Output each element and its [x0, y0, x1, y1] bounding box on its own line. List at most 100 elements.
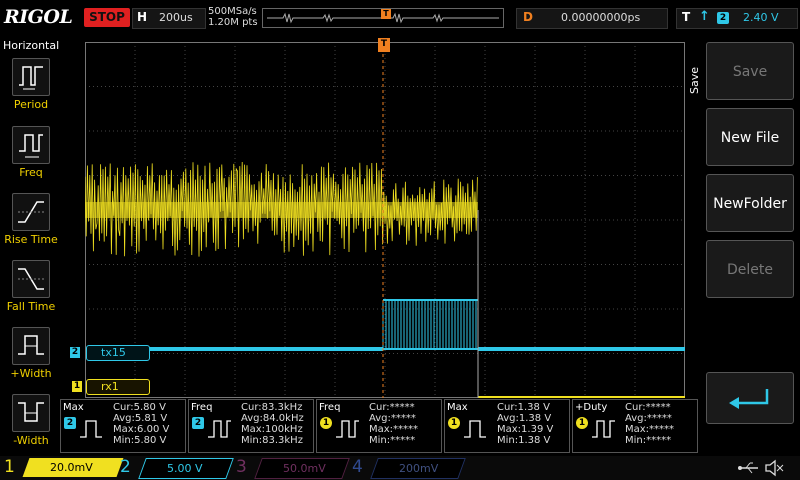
measurement-panel[interactable]: Max 1 Cur:1.38 V Avg:1.38 V Max:1.39 V Min:… — [444, 399, 570, 453]
measurement-source-badge: 1 — [576, 417, 588, 429]
memory-depth: 1.20M pts — [208, 17, 258, 28]
enter-button[interactable] — [706, 372, 794, 424]
avg-value: Avg:***** — [625, 413, 672, 424]
channel-2-setting[interactable]: 2 5.00 V — [120, 457, 234, 479]
min-value: Min:83.3kHz — [241, 435, 303, 446]
enter-return-icon — [729, 389, 769, 409]
waveform-display[interactable] — [85, 42, 685, 398]
menu-item-label: Freq — [19, 166, 43, 179]
timebase-value: 200us — [159, 11, 193, 24]
measurement-title: Freq — [319, 402, 341, 413]
channel-2-ground-marker[interactable]: 2 — [70, 347, 80, 358]
channel-number: 3 — [236, 457, 247, 477]
channel-1-setting[interactable]: 1 20.0mV — [4, 457, 124, 478]
right-menu-title: Save — [688, 66, 701, 94]
delete-button-label: Delete — [727, 262, 773, 278]
cur-value: Cur:5.80 V — [113, 402, 166, 413]
measurement-values: Cur:5.80 V Avg:5.81 V Max:6.00 V Min:5.80 V — [113, 402, 169, 446]
channel-label-rx1[interactable]: rx1 — [86, 379, 150, 395]
avg-value: Avg:84.0kHz — [241, 413, 304, 424]
negative-width-icon — [12, 394, 50, 432]
delay-value: 0.00000000ps — [561, 11, 641, 24]
channel-scale: 200mV — [370, 458, 466, 479]
cur-value: Cur:1.38 V — [497, 402, 550, 413]
horizontal-label: H — [137, 10, 148, 24]
trigger-setting[interactable]: T ↑ 2 2.40 V — [676, 8, 798, 29]
new-file-button[interactable]: New File — [706, 108, 794, 166]
avg-value: Avg:1.38 V — [497, 413, 552, 424]
channel-number: 4 — [352, 457, 363, 477]
delay-setting[interactable]: D 0.00000000ps — [516, 8, 668, 29]
channel-label-tx15[interactable]: tx15 — [86, 345, 150, 361]
menu-item-freq[interactable]: Freq — [0, 124, 62, 188]
measurement-panel[interactable]: Freq 2 Cur:83.3kHz Avg:84.0kHz Max:100kHz M… — [188, 399, 314, 453]
cur-value: Cur:***** — [625, 402, 671, 413]
max-value: Max:1.39 V — [497, 424, 554, 435]
trigger-level: 2.40 V — [743, 11, 779, 24]
measurement-source-badge: 2 — [64, 417, 76, 429]
trigger-label: T — [682, 10, 691, 24]
save-button[interactable]: Save — [706, 42, 794, 100]
horizontal-timebase[interactable]: H 200us — [132, 8, 206, 29]
avg-value: Avg:5.81 V — [113, 413, 168, 424]
trigger-source-badge: 2 — [717, 12, 729, 24]
save-button-label: Save — [732, 64, 768, 80]
menu-item-period[interactable]: Period — [0, 56, 62, 120]
measurement-values: Cur:***** Avg:***** Max:***** Min:***** — [369, 402, 418, 446]
measurement-panel[interactable]: Freq 1 Cur:***** Avg:***** Max:***** Min:**… — [316, 399, 442, 453]
menu-item-label: +Width — [10, 367, 52, 380]
channel-scale: 50.0mV — [254, 458, 350, 479]
measurement-panel[interactable]: +Duty 1 Cur:***** Avg:***** Max:***** Min:*… — [572, 399, 698, 453]
max-value: Max:6.00 V — [113, 424, 170, 435]
measurement-values: Cur:83.3kHz Avg:84.0kHz Max:100kHz Min:83.3… — [241, 402, 304, 446]
channel-1-trace-band — [85, 202, 478, 218]
trigger-time-marker[interactable]: T — [378, 38, 390, 52]
frequency-icon — [336, 420, 359, 438]
channel-1-ground-marker[interactable]: 1 — [72, 381, 82, 392]
trigger-position-marker: T — [381, 9, 391, 19]
channel-4-setting[interactable]: 4 200mV — [352, 457, 466, 479]
left-menu-title: Horizontal — [3, 39, 60, 52]
frequency-icon — [12, 126, 50, 164]
measurement-title: Max — [447, 402, 468, 413]
menu-item-label: Period — [13, 98, 49, 111]
min-value: Min:***** — [625, 435, 672, 446]
usb-icon — [738, 462, 758, 474]
duty-cycle-icon — [592, 420, 615, 438]
max-icon — [80, 420, 102, 438]
menu-item-positive-width[interactable]: +Width — [0, 325, 62, 389]
menu-item-negative-width[interactable]: -Width — [0, 392, 62, 456]
menu-item-rise-time[interactable]: Rise Time — [0, 191, 62, 255]
measurement-title: Freq — [191, 402, 213, 413]
menu-item-label: Fall Time — [6, 300, 56, 313]
frequency-icon — [208, 420, 231, 438]
menu-item-fall-time[interactable]: Fall Time — [0, 258, 62, 322]
max-icon — [464, 420, 486, 438]
sample-rate: 500MSa/s — [208, 6, 257, 17]
period-icon — [12, 58, 50, 96]
measurement-values: Cur:***** Avg:***** Max:***** Min:***** — [625, 402, 674, 446]
measurement-panel[interactable]: Max 2 Cur:5.80 V Avg:5.81 V Max:6.00 V Min:… — [60, 399, 186, 453]
channel-3-setting[interactable]: 3 50.0mV — [236, 457, 350, 479]
new-folder-button[interactable]: NewFolder — [706, 174, 794, 232]
sample-info: 500MSa/s 1.20M pts — [208, 6, 258, 28]
measurement-title: Max — [63, 402, 84, 413]
new-folder-button-label: NewFolder — [713, 196, 787, 212]
cur-value: Cur:***** — [369, 402, 415, 413]
measurement-values: Cur:1.38 V Avg:1.38 V Max:1.39 V Min:1.38 V — [497, 402, 553, 446]
waveform-position-bar[interactable]: T — [262, 8, 504, 28]
channel-number: 1 — [4, 457, 15, 477]
fall-time-icon — [12, 260, 50, 298]
channel-scale: 20.0mV — [22, 458, 124, 477]
min-value: Min:1.38 V — [497, 435, 551, 446]
avg-value: Avg:***** — [369, 413, 416, 424]
rise-time-icon — [12, 193, 50, 231]
measurement-title: +Duty — [575, 402, 608, 413]
channel-1-waveform — [85, 161, 685, 398]
run-stop-status[interactable]: STOP — [84, 8, 130, 27]
speaker-muted-icon[interactable] — [764, 459, 784, 477]
measurement-source-badge: 2 — [192, 417, 204, 429]
delete-button[interactable]: Delete — [706, 240, 794, 298]
measurement-source-badge: 1 — [320, 417, 332, 429]
min-value: Min:***** — [369, 435, 416, 446]
